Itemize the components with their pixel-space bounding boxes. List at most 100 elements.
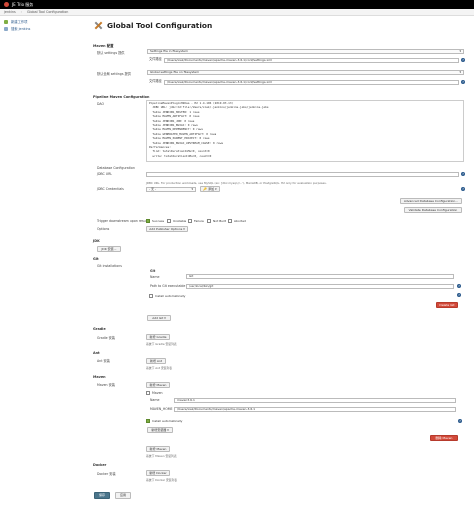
section-maven: Maven [93, 375, 106, 379]
result-unstable-checkbox[interactable] [167, 219, 171, 223]
jdbc-url-note: JDBC URL. For production workloads, use … [146, 181, 327, 185]
git-name-label: Name [150, 275, 160, 279]
add-installer-button[interactable]: 新增安装器 ▾ [147, 427, 173, 433]
page-title-text: Global Tool Configuration [107, 20, 213, 30]
help-icon[interactable]: ? [458, 419, 462, 423]
maven-home-label: MAVEN_HOME [150, 407, 173, 411]
add-git-label: Add Git [152, 316, 164, 320]
add-git-button[interactable]: Add Git ▾ [147, 315, 171, 321]
gradle-install-label: Gradle 安装 [97, 336, 115, 340]
dao-info-line: Table MAVEN_PARENT_PROJECT: 0 rows [149, 136, 210, 141]
global-settings-label: 默认全局 settings 提供 [97, 72, 131, 76]
jdbc-url-label: JDBC URL [97, 172, 113, 176]
result-unstable-label: Unstable [173, 219, 187, 223]
maven-label: Maven [152, 391, 163, 395]
key-icon: 🔑 [203, 187, 208, 191]
add-credentials-label: 添加 [208, 187, 215, 191]
maven-home-input[interactable]: /Users/xiek/Documents/maven/apache-maven… [174, 407, 456, 412]
add-ant-button[interactable]: 新增 Ant [146, 358, 166, 364]
result-aborted-label: Aborted [234, 219, 246, 223]
header-bar: JE Trio 服务 [0, 0, 474, 9]
ant-install-label: Ant 安装 [97, 359, 110, 363]
git-name-input[interactable]: Git [186, 274, 454, 279]
add-publisher-options-button[interactable]: Add Publisher Options ▾ [146, 226, 188, 232]
result-not-built-label: Not Built [213, 219, 227, 223]
add-gradle-button[interactable]: 新增 Gradle [146, 334, 170, 340]
help-icon[interactable]: ? [461, 58, 465, 62]
advanced-db-config-button[interactable]: Advanced Database Configuration... [400, 198, 462, 204]
section-git: Git [93, 257, 99, 261]
db-config-label: Database Configuration [97, 166, 135, 170]
sidebar-item-new-job[interactable]: 新建工作项 [4, 18, 80, 25]
delete-maven-button[interactable]: 删除 Maven [430, 435, 458, 441]
settings-file-path-input[interactable]: /Users/xiek/Documents/maven/apache-maven… [164, 58, 459, 63]
section-jdk: JDK [93, 239, 100, 243]
docker-install-label: Docker 安装 [97, 472, 116, 476]
git-label: Git [150, 269, 156, 273]
git-install-auto-label: Install automatically [155, 294, 186, 298]
trigger-downstream-label: Trigger downstream upon result [97, 219, 148, 223]
maven-name-input[interactable]: maven3.6.1 [174, 398, 456, 403]
git-path-label: Path to Git executable [150, 284, 186, 288]
ant-note: 系统下 Ant 安装列表 [146, 366, 173, 370]
breadcrumb-separator-icon: › [20, 10, 22, 14]
jdbc-url-input[interactable] [146, 172, 459, 177]
add-docker-button[interactable]: 新增 Docker [146, 470, 170, 476]
jenkins-logo-icon[interactable] [4, 2, 9, 7]
breadcrumb: jenkins › Global Tool Configuration [0, 9, 474, 16]
default-settings-select[interactable]: Settings file in filesystem [147, 49, 464, 54]
add-credentials-button[interactable]: 🔑 添加 ▾ [200, 186, 220, 192]
help-icon[interactable]: ? [461, 172, 465, 176]
apply-button[interactable]: 应用 [115, 492, 131, 499]
git-path-input[interactable]: /usr/local/bin/git [186, 284, 454, 289]
new-item-icon [4, 19, 8, 24]
result-not-built-checkbox[interactable] [207, 219, 211, 223]
result-failure-checkbox[interactable] [188, 219, 192, 223]
file-path-label: 文件路径 [149, 57, 162, 61]
result-success-label: Success [152, 219, 165, 223]
result-success-checkbox[interactable] [146, 219, 150, 223]
dao-info-line: Table MAVEN_ARTIFACT: 0 rows [149, 114, 200, 119]
dao-info-line: write: totalDurationInMs=0, count=0 [149, 153, 212, 158]
global-settings-select[interactable]: Global settings file on filesystem [147, 70, 464, 75]
help-icon[interactable]: ? [457, 284, 461, 288]
add-jdk-button[interactable]: JDK 安装... [97, 246, 121, 252]
git-installations-label: Git installations [97, 264, 122, 268]
default-settings-label: 默认 settings 提供 [97, 51, 125, 55]
sidebar-item-label: 新建工作项 [11, 20, 28, 24]
validate-db-config-button[interactable]: Validate Database Configuration [404, 207, 462, 213]
section-gradle: Gradle [93, 327, 106, 331]
help-icon[interactable]: ? [461, 80, 465, 84]
dao-label: DAO [97, 102, 105, 106]
section-maven-config: Maven 配置 [93, 44, 114, 48]
docker-note: 系统下 Docker 安装列表 [146, 478, 178, 482]
result-failure-label: Failure [194, 219, 204, 223]
main-content: Global Tool Configuration [93, 18, 469, 32]
add-installer-label: 新增安装器 [151, 428, 167, 432]
git-install-auto-checkbox[interactable] [149, 294, 153, 298]
maven-install-label: Maven 安装 [97, 383, 115, 387]
breadcrumb-item-jenkins[interactable]: jenkins [4, 10, 16, 14]
maven-checkbox[interactable] [146, 391, 150, 395]
sidebar: 新建工作项 搜索 jenkins [0, 18, 80, 32]
maven-install-auto-checkbox[interactable] [146, 419, 150, 423]
jdbc-credentials-select[interactable]: - 无 - [146, 187, 196, 192]
search-icon [4, 26, 8, 31]
save-button[interactable]: 保存 [94, 492, 110, 499]
add-maven-button-top[interactable]: 新增 Maven [146, 382, 170, 388]
result-aborted-checkbox[interactable] [228, 219, 232, 223]
add-publisher-label: Add Publisher Options [149, 227, 183, 231]
options-label: Options [97, 227, 110, 231]
maven-note: 系统下 Maven 安装列表 [146, 454, 177, 458]
help-icon[interactable]: ? [457, 293, 461, 297]
breadcrumb-item-global-tool[interactable]: Global Tool Configuration [27, 10, 68, 14]
sidebar-item-search[interactable]: 搜索 jenkins [4, 25, 80, 32]
sidebar-item-label: 搜索 jenkins [11, 27, 31, 31]
delete-git-button[interactable]: Delete Git [436, 302, 458, 308]
header-title[interactable]: JE Trio 服务 [12, 2, 33, 8]
maven-install-auto-label: Install automatically [152, 419, 183, 423]
add-maven-button-bottom[interactable]: 新增 Maven [146, 446, 170, 452]
tools-icon [93, 20, 104, 31]
global-settings-file-path-input[interactable]: /Users/xiek/Documents/maven/apache-maven… [164, 80, 459, 85]
help-icon[interactable]: ? [461, 187, 465, 191]
